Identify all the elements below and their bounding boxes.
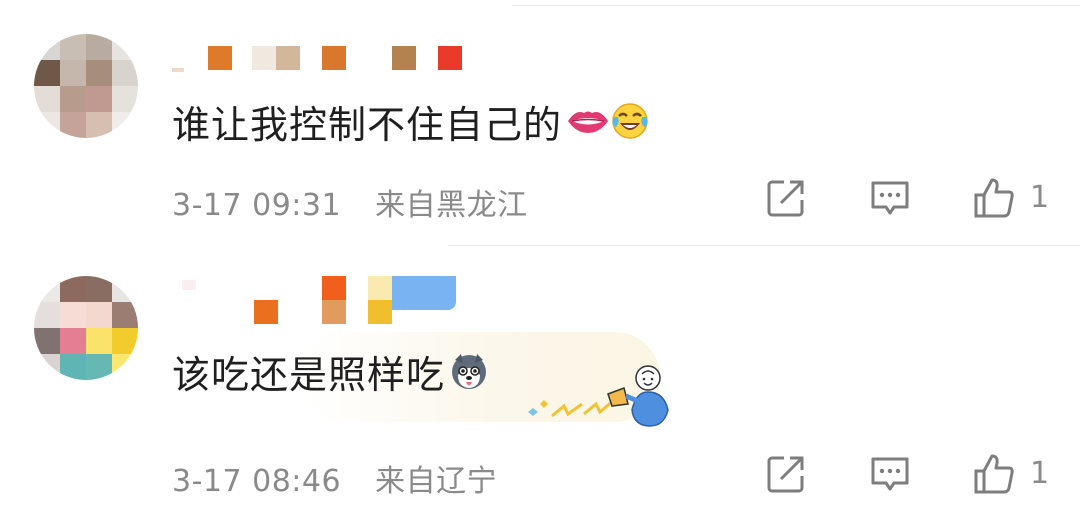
comment-text-row: 该吃还是照样吃 [172, 346, 489, 397]
lips-icon [566, 101, 609, 141]
thumbs-up-icon[interactable] [972, 176, 1016, 220]
comment-icon[interactable] [868, 176, 912, 220]
comment-actions: 1 [0, 176, 1080, 220]
husky-dog-icon [449, 351, 489, 391]
comment-icon[interactable] [868, 452, 912, 496]
comment-text: 谁让我控制不住自己的 [172, 102, 563, 147]
share-icon[interactable] [764, 452, 808, 496]
comment-text: 该吃还是照样吃 [172, 352, 446, 397]
thumbs-up-icon[interactable] [972, 452, 1016, 496]
username-mosaic[interactable] [172, 46, 472, 76]
comment-text-row: 谁让我控制不住自己的 [172, 96, 650, 147]
comment-item: 谁让我控制不住自己的 3-17 09:31 来自黑龙江 1 [0, 0, 1080, 245]
like-count: 1 [1030, 456, 1050, 491]
comment-item: 该吃还是照样吃 3-17 08:46 来自辽宁 1 [0, 246, 1080, 519]
avatar[interactable] [34, 276, 138, 380]
avatar[interactable] [34, 34, 138, 138]
username-mosaic[interactable] [172, 276, 472, 326]
share-icon[interactable] [764, 176, 808, 220]
comment-actions: 1 [0, 452, 1080, 496]
like-count: 1 [1030, 180, 1050, 215]
laugh-crying-icon [610, 101, 650, 141]
cheering-figure-sticker [524, 364, 674, 430]
